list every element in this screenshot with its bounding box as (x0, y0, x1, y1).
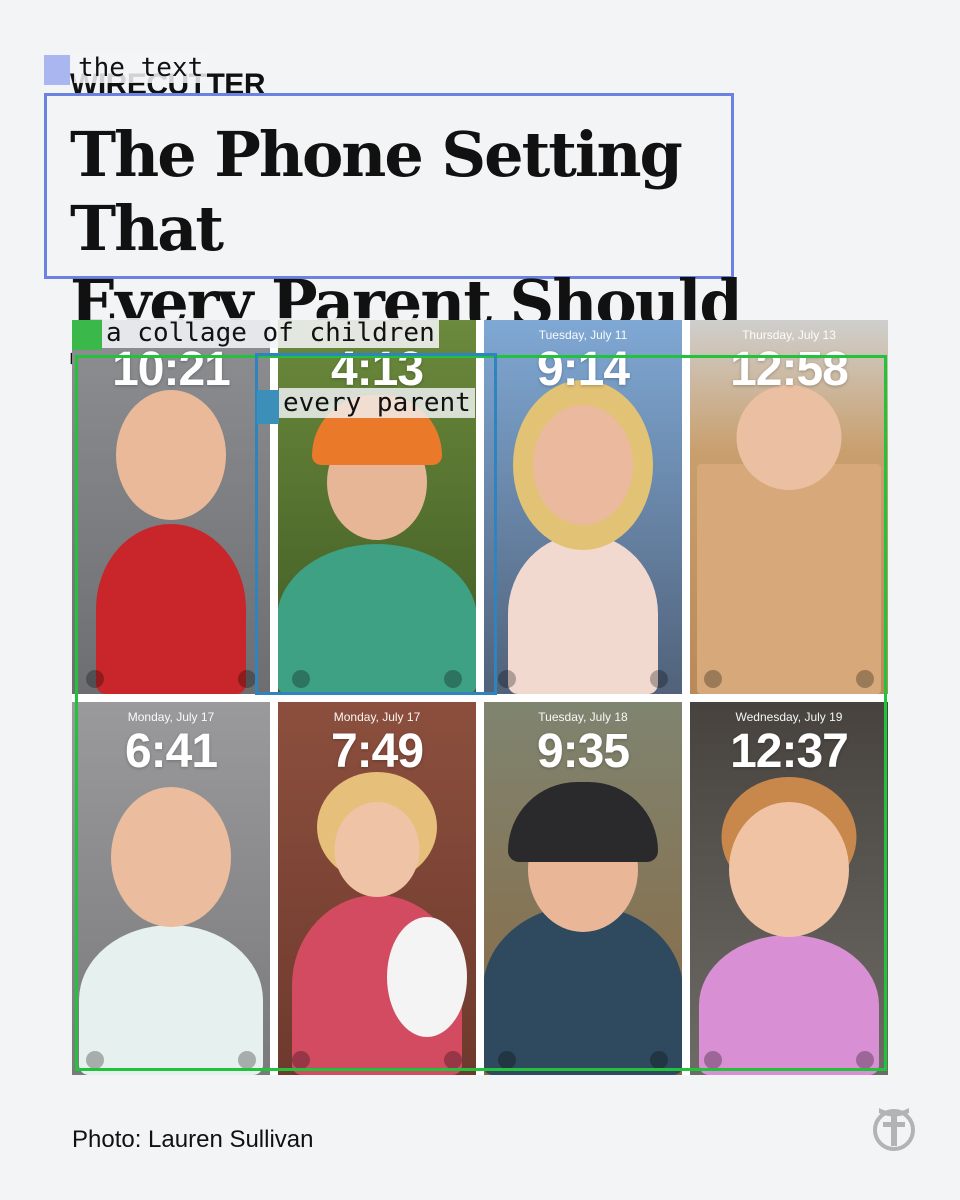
collage-annotation-swatch (72, 320, 102, 350)
parent-annotation-label: every parent (257, 388, 475, 424)
parent-annotation-text: every parent (279, 388, 475, 418)
title-annotation-text: the text (74, 53, 208, 83)
tile-date: Tuesday, July 11 (538, 328, 628, 342)
title-annotation-swatch (44, 55, 70, 85)
tile-date: Thursday, July 13 (742, 328, 836, 342)
headline-line-1: The Phone Setting That (70, 118, 683, 265)
collage-annotation-text: a collage of children (102, 318, 439, 348)
nyt-t-logo-icon (873, 1108, 915, 1151)
parent-annotation-swatch (257, 390, 279, 424)
photo-credit: Photo: Lauren Sullivan (72, 1126, 314, 1153)
title-annotation-label: the text (44, 53, 208, 85)
collage-annotation-label: a collage of children (72, 318, 439, 350)
